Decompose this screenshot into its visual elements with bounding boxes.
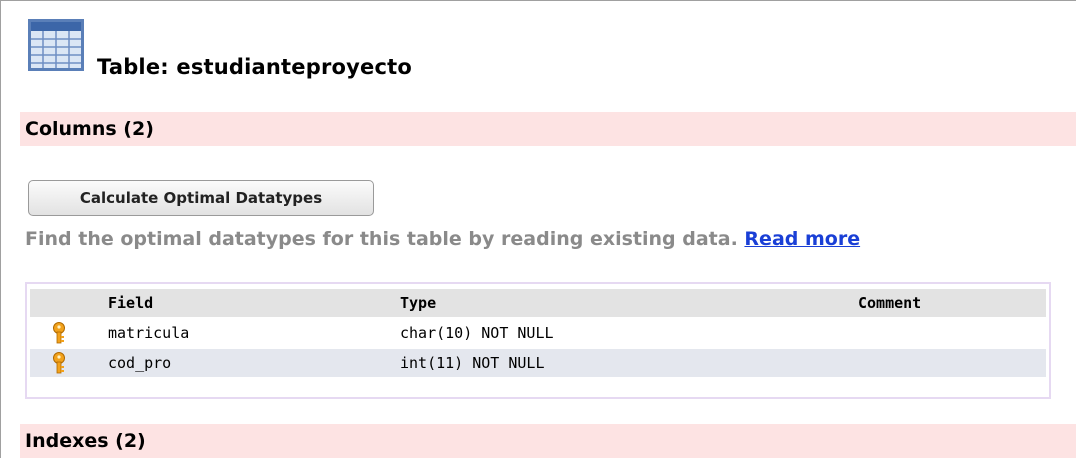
page-title: Table: estudianteproyecto <box>97 55 412 79</box>
header-key <box>30 289 88 317</box>
window-top-border <box>0 0 1076 1</box>
field-name: cod_pro <box>88 349 380 377</box>
table-row: matricula char(10) NOT NULL <box>30 319 1046 347</box>
section-indexes-header: Indexes (2) <box>20 424 1076 458</box>
primary-key-icon <box>53 322 65 344</box>
header-type[interactable]: Type <box>380 289 838 317</box>
field-comment <box>838 319 1046 347</box>
hint-text: Find the optimal datatypes for this tabl… <box>25 228 738 250</box>
key-cell <box>30 349 88 377</box>
field-name: matricula <box>108 324 190 342</box>
field-comment <box>838 349 1046 377</box>
columns-table: Field Type Comment matricula char(10) NO… <box>30 287 1046 379</box>
columns-table-header-row: Field Type Comment <box>30 289 1046 317</box>
read-more-link[interactable]: Read more <box>744 228 860 250</box>
primary-key-icon <box>53 352 65 374</box>
section-columns-label: Columns (2) <box>25 118 154 140</box>
table-row: cod_pro int(11) NOT NULL <box>30 349 1046 377</box>
section-indexes-label: Indexes (2) <box>25 430 146 452</box>
window-left-border <box>0 0 1 458</box>
columns-table-container: Field Type Comment matricula char(10) NO… <box>25 282 1051 399</box>
header-field[interactable]: Field <box>88 289 380 317</box>
header-comment[interactable]: Comment <box>838 289 1046 317</box>
calculate-optimal-datatypes-button[interactable]: Calculate Optimal Datatypes <box>28 180 374 216</box>
key-cell <box>30 319 88 347</box>
table-grid-icon <box>28 19 84 71</box>
optimal-datatypes-hint: Find the optimal datatypes for this tabl… <box>25 228 860 250</box>
field-type: char(10) NOT NULL <box>400 324 554 342</box>
section-columns-header: Columns (2) <box>20 112 1076 146</box>
field-type: int(11) NOT NULL <box>380 349 838 377</box>
